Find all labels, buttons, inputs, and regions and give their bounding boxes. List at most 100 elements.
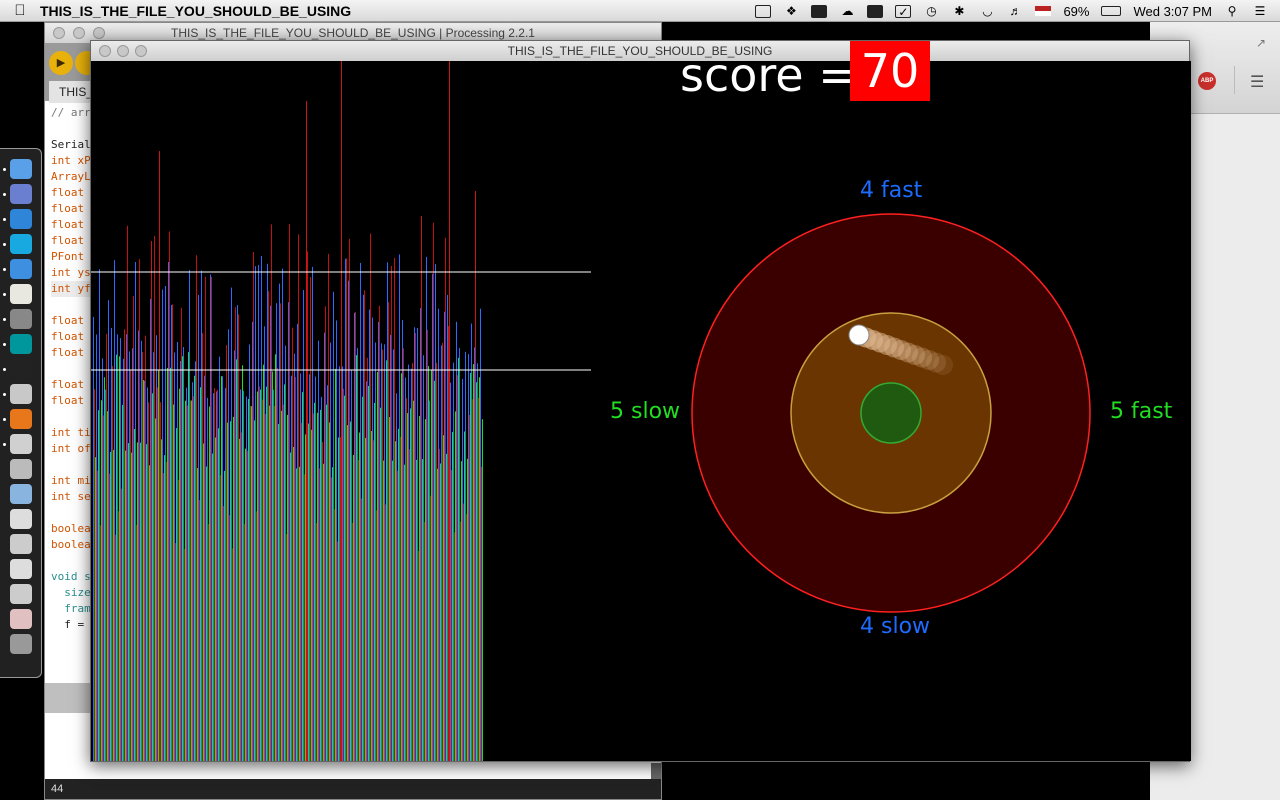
red-bar (124, 329, 125, 761)
running-indicator (3, 343, 6, 346)
itunes-icon[interactable] (10, 259, 32, 279)
dock (0, 148, 42, 678)
app-icon-2[interactable] (10, 534, 32, 554)
hamburger-menu-icon[interactable]: ☰ (1250, 72, 1268, 92)
red-spike (306, 101, 307, 761)
green-bar (389, 417, 390, 761)
blue-bar (405, 377, 406, 761)
screen-icon[interactable] (811, 4, 828, 18)
red-bar (397, 470, 398, 761)
processing-icon[interactable] (10, 359, 32, 379)
red-spike (159, 151, 160, 761)
red-bar (130, 370, 131, 761)
red-bar (412, 363, 413, 761)
skype-icon[interactable] (10, 234, 32, 254)
red-bar (166, 461, 167, 761)
dropbox-icon[interactable]: ❖ (783, 4, 799, 18)
red-bar (187, 405, 188, 761)
finder-icon[interactable] (10, 159, 32, 179)
green-bar (179, 388, 180, 761)
bluetooth-icon[interactable]: ✱ (951, 4, 967, 18)
blue-bar (144, 380, 145, 761)
adblock-icon[interactable]: ABP (1198, 72, 1216, 90)
java-icon[interactable] (10, 434, 32, 454)
blue-bar (453, 362, 454, 761)
green-bar (347, 425, 348, 761)
blue-bar (195, 361, 196, 761)
green-bar (164, 455, 165, 761)
clock[interactable]: Wed 3:07 PM (1133, 4, 1212, 19)
trash-icon[interactable] (10, 634, 32, 654)
blue-bar (396, 393, 397, 761)
photos-icon[interactable] (10, 384, 32, 404)
sketch-titlebar[interactable]: THIS_IS_THE_FILE_YOU_SHOULD_BE_USING (91, 41, 1189, 61)
blue-bar (420, 308, 421, 761)
apple-menu-icon[interactable]:  (0, 2, 40, 19)
blue-bar (387, 262, 388, 761)
red-bar (121, 488, 122, 761)
green-bar (344, 395, 345, 761)
notification-center-icon[interactable]: ☰ (1252, 4, 1268, 18)
red-bar (100, 525, 101, 761)
blue-bar (228, 329, 229, 761)
battery-icon[interactable] (1101, 6, 1122, 16)
green-bar (461, 461, 462, 761)
folder-icon[interactable] (10, 484, 32, 504)
red-bar (349, 238, 350, 761)
safari-icon[interactable] (10, 209, 32, 229)
blue-bar (183, 347, 184, 761)
spotlight-search-icon[interactable]: ⚲ (1224, 4, 1240, 18)
sketch-zoom-button[interactable] (135, 45, 147, 57)
wifi-icon[interactable]: ◡ (979, 4, 995, 18)
red-bar (112, 366, 113, 761)
display-icon[interactable] (867, 4, 884, 18)
sketch-close-button[interactable] (99, 45, 111, 57)
green-bar (395, 441, 396, 761)
sketch-minimize-button[interactable] (117, 45, 129, 57)
green-bar (158, 370, 159, 761)
blue-bar (381, 343, 382, 761)
app-icon-4[interactable] (10, 584, 32, 604)
blue-bar (216, 391, 217, 761)
preview-icon[interactable] (10, 184, 32, 204)
running-indicator (3, 293, 6, 296)
run-button[interactable]: ▶ (49, 51, 73, 75)
blue-bar (438, 308, 439, 761)
airplay-icon[interactable] (755, 4, 772, 18)
time-machine-icon[interactable]: ◷ (923, 4, 939, 18)
red-bar (433, 222, 434, 761)
volume-icon[interactable]: ♬ (1007, 4, 1023, 18)
blue-bar (231, 287, 232, 761)
green-bar (338, 437, 339, 761)
green-bar (134, 428, 135, 761)
green-bar (215, 437, 216, 761)
firefox-icon[interactable] (10, 409, 32, 429)
blue-bar (147, 387, 148, 761)
green-bar (191, 400, 192, 761)
app-icon-5[interactable] (10, 609, 32, 629)
blue-bar (120, 338, 121, 761)
green-bar (125, 450, 126, 761)
close-button[interactable] (53, 27, 65, 39)
textedit-icon[interactable] (10, 284, 32, 304)
red-bar (298, 234, 299, 761)
battery-percent[interactable]: 69% (1063, 4, 1089, 19)
fullscreen-icon[interactable]: ↗ (1256, 36, 1266, 50)
zoom-button[interactable] (93, 27, 105, 39)
dvd-icon[interactable] (10, 509, 32, 529)
sync-icon[interactable]: ☁ (839, 4, 855, 18)
flag-icon[interactable] (1035, 6, 1052, 16)
app-menu-title[interactable]: THIS_IS_THE_FILE_YOU_SHOULD_BE_USING (40, 3, 351, 19)
green-bar (197, 468, 198, 761)
green-bar (233, 416, 234, 761)
red-bar (337, 541, 338, 761)
app-icon-3[interactable] (10, 559, 32, 579)
app-icon-1[interactable] (10, 459, 32, 479)
green-bar (260, 389, 261, 761)
arduino-icon[interactable] (10, 334, 32, 354)
system-prefs-icon[interactable] (10, 309, 32, 329)
minimize-button[interactable] (73, 27, 85, 39)
green-bar (98, 410, 99, 761)
green-bar (383, 460, 384, 761)
checkbox-icon[interactable]: ✓ (895, 4, 912, 18)
